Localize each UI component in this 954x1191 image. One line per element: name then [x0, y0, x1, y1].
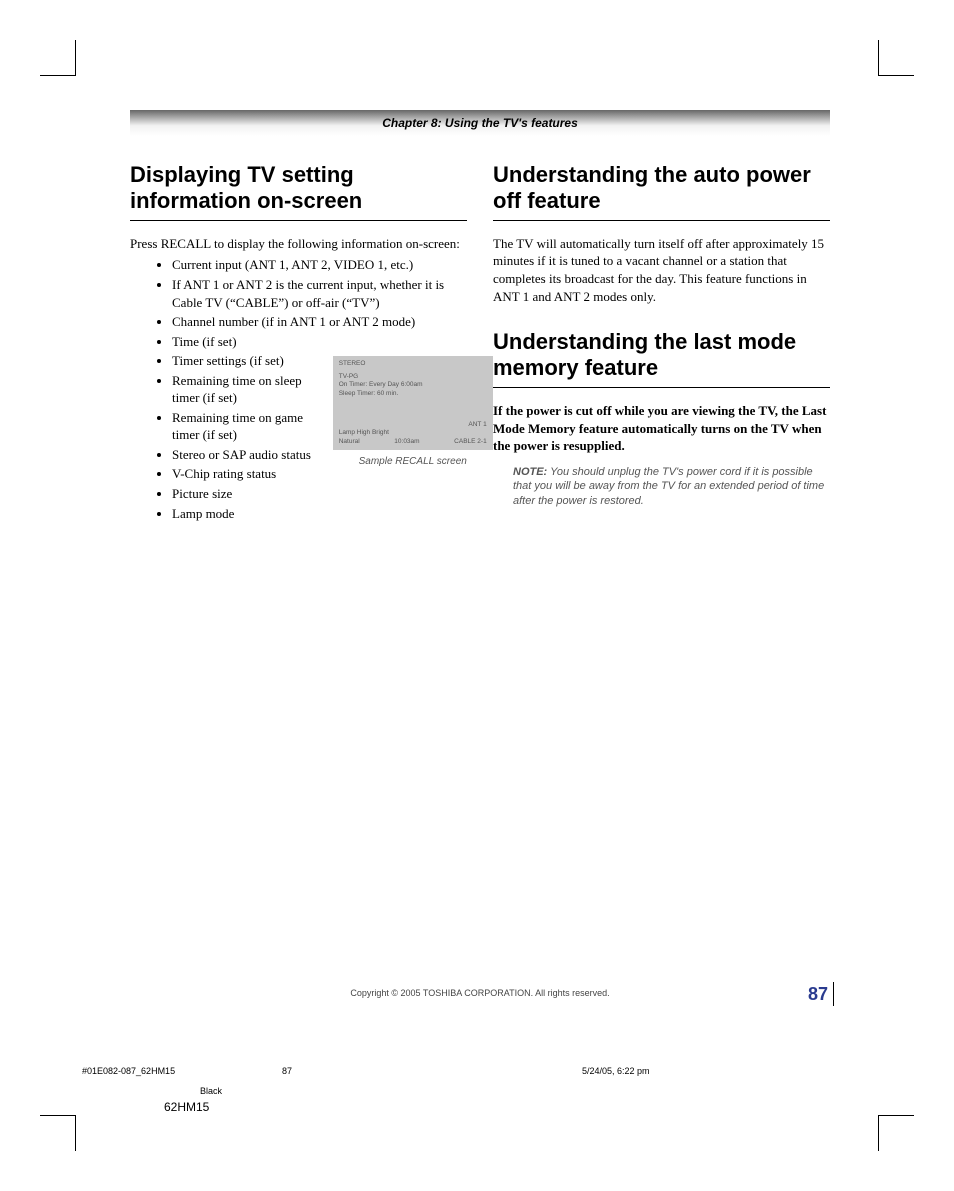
figure-caption: Sample RECALL screen — [333, 456, 493, 467]
print-job-line: #01E082-087_62HM15 87 5/24/05, 6:22 pm — [82, 1066, 872, 1076]
page-number: 87 — [808, 984, 828, 1005]
auto-power-off-body: The TV will automatically turn itself of… — [493, 235, 830, 305]
recall-on-timer: On Timer: Every Day 6:00am — [339, 381, 487, 389]
page-content: Chapter 8: Using the TV's features Displ… — [130, 110, 830, 524]
recall-rating: TV-PG — [339, 373, 487, 381]
figure-recall-screen: STEREO TV-PG On Timer: Every Day 6:00am … — [333, 356, 493, 467]
crop-mark-tl — [40, 40, 76, 76]
crop-mark-br — [878, 1115, 914, 1151]
left-column: Displaying TV setting information on-scr… — [130, 162, 467, 524]
job-file: #01E082-087_62HM15 — [82, 1066, 282, 1076]
list-item: Lamp mode — [172, 505, 319, 523]
list-item: Stereo or SAP audio status — [172, 446, 319, 464]
last-mode-bold-text: If the power is cut off while you are vi… — [493, 402, 830, 455]
two-column-layout: Displaying TV setting information on-scr… — [130, 162, 830, 524]
crop-mark-tr — [878, 40, 914, 76]
recall-screen-graphic: STEREO TV-PG On Timer: Every Day 6:00am … — [333, 356, 493, 450]
page-number-bar — [833, 982, 834, 1006]
job-page: 87 — [282, 1066, 582, 1076]
recall-cable: CABLE 2-1 — [454, 438, 487, 446]
recall-lamp: Lamp High Bright — [339, 429, 389, 437]
recall-pic: Natural — [339, 438, 360, 446]
crop-mark-bl — [40, 1115, 76, 1151]
job-date: 5/24/05, 6:22 pm — [582, 1066, 872, 1076]
section-title-auto-power-off: Understanding the auto power off feature — [493, 162, 830, 221]
note-label: NOTE: — [513, 466, 547, 478]
bullet-list-bottom: Timer settings (if set) Remaining time o… — [130, 352, 319, 522]
section-title-last-mode-memory: Understanding the last mode memory featu… — [493, 329, 830, 388]
chapter-header: Chapter 8: Using the TV's features — [130, 110, 830, 136]
model-label: 62HM15 — [164, 1100, 209, 1114]
list-item: Channel number (if in ANT 1 or ANT 2 mod… — [172, 313, 467, 331]
list-item: Current input (ANT 1, ANT 2, VIDEO 1, et… — [172, 256, 467, 274]
note-block: NOTE: You should unplug the TV's power c… — [513, 465, 830, 510]
section-title-display-info: Displaying TV setting information on-scr… — [130, 162, 467, 221]
bullet-list-top: Current input (ANT 1, ANT 2, VIDEO 1, et… — [130, 256, 467, 350]
right-column: Understanding the auto power off feature… — [493, 162, 830, 524]
list-item: Picture size — [172, 485, 319, 503]
footer-copyright: Copyright © 2005 TOSHIBA CORPORATION. Al… — [130, 988, 830, 998]
recall-stereo: STEREO — [339, 360, 487, 368]
recall-ant: ANT 1 — [468, 421, 486, 429]
recall-time: 10:03am — [394, 438, 419, 446]
list-item: Remaining time on game timer (if set) — [172, 409, 319, 444]
intro-text: Press RECALL to display the following in… — [130, 235, 467, 253]
note-body: You should unplug the TV's power cord if… — [513, 466, 824, 508]
list-item: V-Chip rating status — [172, 465, 319, 483]
list-item: Remaining time on sleep timer (if set) — [172, 372, 319, 407]
list-item: If ANT 1 or ANT 2 is the current input, … — [172, 276, 467, 311]
color-plate-label: Black — [200, 1086, 222, 1096]
recall-sleep-timer: Sleep Timer: 60 min. — [339, 390, 487, 398]
list-item: Time (if set) — [172, 333, 467, 351]
list-item: Timer settings (if set) — [172, 352, 319, 370]
